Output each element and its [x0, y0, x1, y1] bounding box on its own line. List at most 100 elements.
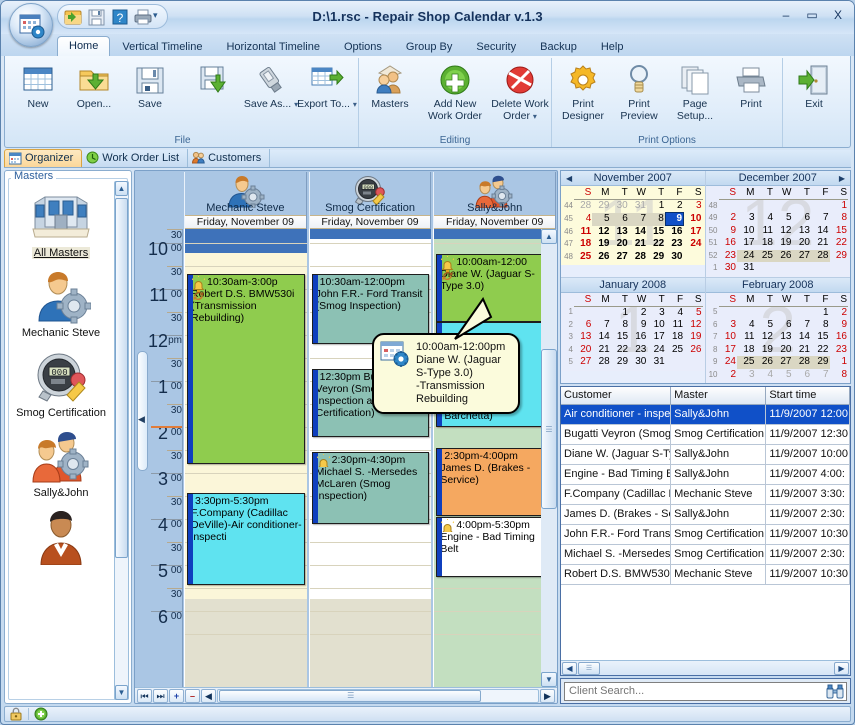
day-cell[interactable]: 2	[719, 369, 738, 382]
save-button[interactable]: Save	[122, 61, 178, 111]
minimize-button[interactable]: –	[778, 7, 794, 23]
day-cell[interactable]: 26	[756, 356, 775, 369]
day-cell[interactable]	[719, 200, 738, 213]
day-cell[interactable]: 2	[629, 306, 647, 319]
scroll-up-icon[interactable]: ▲	[115, 181, 128, 196]
day-cell[interactable]: 10	[719, 331, 738, 344]
table-row[interactable]: Diane W. (Jaguar S-Ty Sally&John 11/9/20…	[561, 444, 850, 464]
day-cell[interactable]: 5	[592, 213, 610, 226]
day-cell[interactable]	[684, 251, 703, 264]
day-cell[interactable]: 7	[592, 319, 610, 332]
day-cell[interactable]: 31	[629, 200, 647, 213]
chevron-down-icon[interactable]: ▾	[353, 100, 357, 109]
day-cell[interactable]: 13	[574, 331, 592, 344]
day-cell[interactable]: 4	[756, 212, 775, 225]
work-order-grid[interactable]: Customer Master Start time Air condition…	[560, 386, 851, 676]
day-cell[interactable]: 28	[811, 250, 830, 263]
day-cell[interactable]	[574, 306, 592, 319]
day-cell[interactable]: 6	[574, 319, 592, 332]
calendar-column-header-smog-certification[interactable]: 000 Smog Certification Friday, November …	[309, 172, 432, 229]
timeline-scrollbar-thumb[interactable]	[137, 351, 148, 471]
day-cell[interactable]: 24	[684, 238, 703, 251]
day-cell[interactable]: 11	[574, 226, 592, 239]
day-cell[interactable]: 18	[574, 238, 592, 251]
day-cell[interactable]: 12	[592, 226, 610, 239]
day-cell[interactable]: 16	[830, 331, 849, 344]
day-cell[interactable]: 29	[611, 356, 629, 369]
day-cell[interactable]: 12	[684, 319, 702, 332]
scrollbar-thumb[interactable]	[115, 198, 128, 558]
day-cell[interactable]	[774, 200, 793, 213]
mini-calendar-february-2008[interactable]: February 2008 2 S M T W	[706, 278, 851, 384]
day-cell[interactable]: 11	[666, 319, 684, 332]
day-cell[interactable]: 17	[684, 226, 703, 239]
calendar-day-column-smog-certification[interactable]: 10:30am-12:00pm John F.R.- Ford Transit …	[309, 229, 432, 687]
day-cell[interactable]: 19	[774, 237, 793, 250]
masters-button[interactable]: Masters	[362, 61, 418, 111]
search-box[interactable]	[564, 682, 847, 701]
day-cell[interactable]: 15	[811, 331, 830, 344]
calendar-column-header-sally-john[interactable]: Sally&John Friday, November 09	[433, 172, 556, 229]
day-cell[interactable]: 8	[611, 319, 629, 332]
day-cell[interactable]: 17	[737, 237, 756, 250]
day-cell[interactable]: 24	[647, 344, 665, 357]
new-button[interactable]: New	[10, 61, 66, 111]
day-cell[interactable]: 26	[592, 251, 610, 264]
day-cell[interactable]: 3	[647, 306, 665, 319]
day-cell[interactable]: 1	[830, 356, 849, 369]
remove-button[interactable]: –	[185, 689, 200, 703]
day-cell[interactable]: 5	[684, 306, 702, 319]
calendar-day-column-sally-john[interactable]: 10:00am-12:00 Diane W. (Jaguar S-Type 3.…	[433, 229, 556, 687]
chevron-down-icon[interactable]: ▾	[533, 112, 537, 121]
day-cell[interactable]	[684, 356, 702, 369]
next-month-icon[interactable]: ▶	[839, 174, 845, 183]
day-cell[interactable]: 26	[684, 344, 702, 357]
day-cell[interactable]: 3	[737, 369, 756, 382]
day-cell[interactable]: 8	[811, 319, 830, 332]
day-cell[interactable]	[756, 262, 775, 275]
add-button[interactable]: +	[169, 689, 184, 703]
day-cell[interactable]: 2	[719, 212, 738, 225]
ribbon-tab-vertical-timeline[interactable]: Vertical Timeline	[110, 37, 214, 57]
add-green-icon[interactable]	[34, 707, 48, 721]
day-cell[interactable]: 16	[665, 226, 683, 239]
day-cell[interactable]: 25	[737, 356, 756, 369]
scroll-left-icon[interactable]: ◀	[201, 689, 216, 703]
day-cell[interactable]: 19	[592, 238, 610, 251]
day-cell[interactable]: 23	[830, 344, 849, 357]
day-cell[interactable]: 10	[684, 213, 703, 226]
appointment-james-d-brakes[interactable]: 2:30pm-4:00pm James D. (Brakes - Service…	[436, 448, 554, 516]
day-cell[interactable]	[719, 306, 738, 319]
day-cell[interactable]: 14	[592, 331, 610, 344]
day-cell[interactable]: 17	[719, 344, 738, 357]
table-row[interactable]: Engine - Bad Timing Be Sally&John 11/9/2…	[561, 464, 850, 484]
print-designer-button[interactable]: Print Designer	[555, 61, 611, 122]
appointment-engine-bad-timing-belt[interactable]: 4:00pm-5:30pm Engine - Bad Timing Belt	[436, 517, 554, 577]
day-cell[interactable]: 18	[756, 237, 775, 250]
last-button[interactable]: ⏭	[153, 689, 168, 703]
print-button[interactable]: Print	[723, 61, 779, 111]
master-item-mechanic-steve[interactable]: Mechanic Steve	[9, 263, 113, 343]
day-cell[interactable]: 23	[719, 250, 738, 263]
day-cell[interactable]: 14	[811, 225, 830, 238]
save-as-button[interactable]	[187, 61, 243, 99]
master-item-all-masters[interactable]: All Masters	[9, 183, 113, 263]
scroll-down-icon[interactable]: ▼	[115, 685, 128, 700]
table-row[interactable]: F.Company (Cadillac D Mechanic Steve 11/…	[561, 484, 850, 504]
day-cell[interactable]: 19	[756, 344, 775, 357]
delete-work-order-button[interactable]: Delete Work Order ▾	[492, 61, 548, 122]
day-cell[interactable]: 21	[811, 237, 830, 250]
day-cell[interactable]: 9	[719, 225, 738, 238]
day-cell[interactable]: 7	[629, 213, 647, 226]
day-cell[interactable]: 27	[611, 251, 629, 264]
day-cell[interactable]: 20	[611, 238, 629, 251]
add-new-work-order-button[interactable]: Add New Work Order	[427, 61, 483, 122]
day-cell[interactable]: 30	[611, 200, 629, 213]
export-to-button[interactable]: Export To... ▾	[299, 61, 355, 111]
column-header-start-time[interactable]: Start time	[766, 387, 850, 404]
calendar-vertical-scrollbar[interactable]: ▲ ☰ ▼	[541, 229, 557, 687]
day-cell[interactable]	[793, 306, 812, 319]
day-cell[interactable]: 1	[611, 306, 629, 319]
day-cell[interactable]	[756, 306, 775, 319]
scrollbar-thumb[interactable]: ☰	[541, 349, 557, 509]
